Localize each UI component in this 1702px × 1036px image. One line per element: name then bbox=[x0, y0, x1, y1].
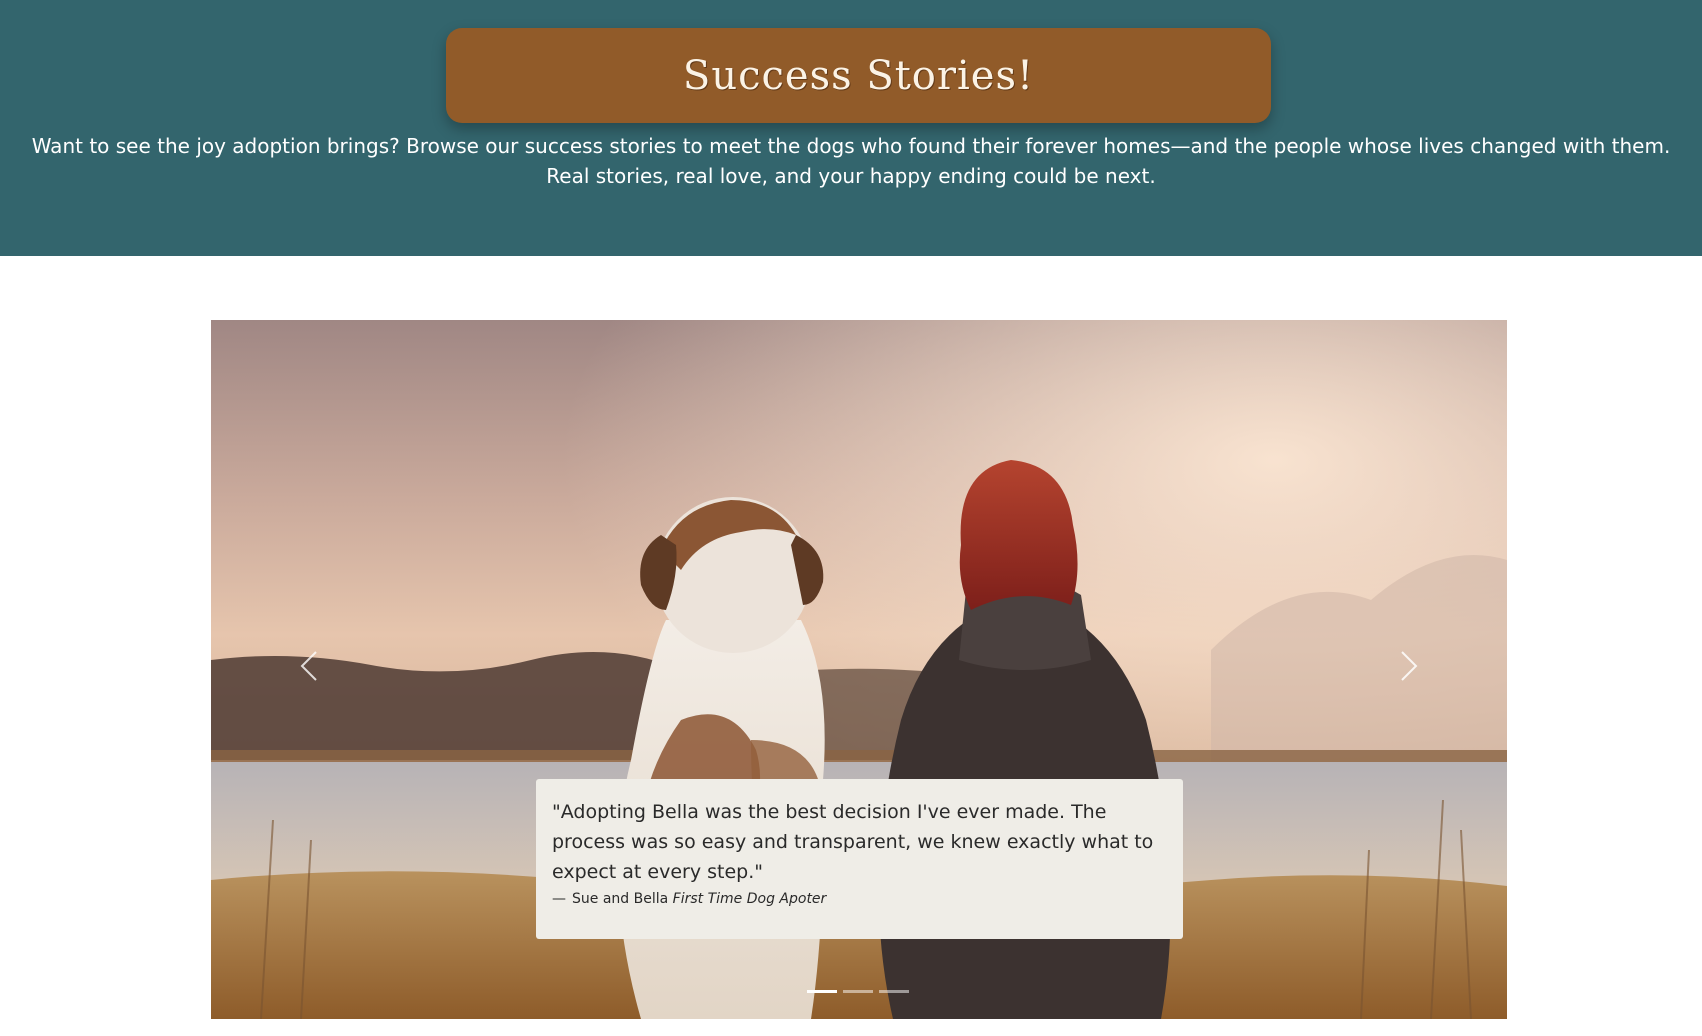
carousel-prev-button[interactable] bbox=[279, 636, 339, 696]
title-banner: Success Stories! bbox=[446, 28, 1271, 123]
testimonial-quote: "Adopting Bella was the best decision I'… bbox=[552, 801, 1154, 883]
chevron-left-icon bbox=[300, 651, 317, 681]
attribution-dash: — bbox=[552, 891, 566, 907]
testimonial-card: "Adopting Bella was the best decision I'… bbox=[536, 779, 1183, 939]
carousel-indicator-1[interactable] bbox=[807, 990, 837, 993]
page-title: Success Stories! bbox=[682, 52, 1035, 99]
testimonial-attribution: — Sue and Bella First Time Dog Apoter bbox=[552, 889, 1167, 909]
chevron-right-icon bbox=[1401, 651, 1418, 681]
testimonial-role: First Time Dog Apoter bbox=[672, 891, 827, 907]
carousel-indicator-3[interactable] bbox=[879, 990, 909, 993]
carousel-indicator-2[interactable] bbox=[843, 990, 873, 993]
success-stories-carousel[interactable]: "Adopting Bella was the best decision I'… bbox=[211, 320, 1507, 1019]
intro-text: Want to see the joy adoption brings? Bro… bbox=[31, 134, 1671, 188]
hero-header: Success Stories! Want to see the joy ado… bbox=[0, 0, 1702, 256]
carousel-next-button[interactable] bbox=[1379, 636, 1439, 696]
testimonial-author: Sue and Bella bbox=[572, 891, 669, 907]
carousel-indicators bbox=[807, 990, 909, 993]
